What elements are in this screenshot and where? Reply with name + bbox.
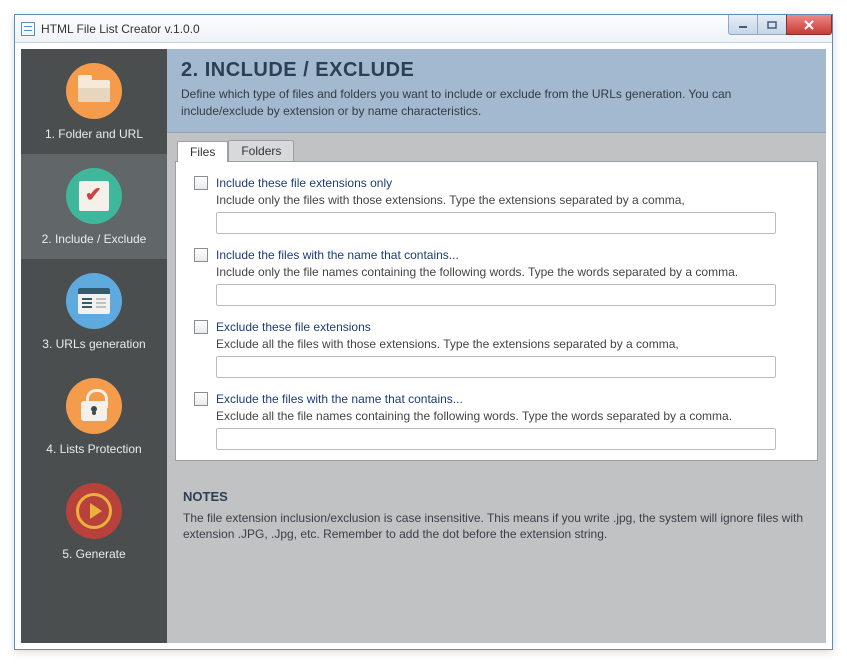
tab-strip: Files Folders <box>175 139 818 161</box>
option-exclude-name-contains: Exclude the files with the name that con… <box>194 392 799 450</box>
tab-folders[interactable]: Folders <box>228 140 294 161</box>
sidebar-item-label: 5. Generate <box>62 547 125 561</box>
input-include-extensions[interactable] <box>216 212 776 234</box>
notes-body: The file extension inclusion/exclusion i… <box>183 510 810 544</box>
header-panel: 2. INCLUDE / EXCLUDE Define which type o… <box>167 49 826 133</box>
checkbox-include-name-contains[interactable] <box>194 248 208 262</box>
sidebar-item-label: 2. Include / Exclude <box>42 232 147 246</box>
checklist-icon <box>66 168 122 224</box>
checkbox-include-extensions[interactable] <box>194 176 208 190</box>
page-description: Define which type of files and folders y… <box>181 86 812 120</box>
tab-body-files: Include these file extensions only Inclu… <box>175 161 818 461</box>
play-icon <box>66 483 122 539</box>
tab-files[interactable]: Files <box>177 141 228 162</box>
body-area: 1. Folder and URL 2. Include / Exclude 3… <box>21 49 826 643</box>
maximize-icon <box>767 21 777 29</box>
option-title: Include these file extensions only <box>216 176 392 190</box>
lock-icon <box>66 378 122 434</box>
option-description: Include only the files with those extens… <box>216 193 799 207</box>
checkbox-exclude-name-contains[interactable] <box>194 392 208 406</box>
checkbox-exclude-extensions[interactable] <box>194 320 208 334</box>
content-panel: Files Folders Include these file extensi… <box>167 133 826 643</box>
input-include-name-contains[interactable] <box>216 284 776 306</box>
option-description: Exclude all the file names containing th… <box>216 409 799 423</box>
window-title: HTML File List Creator v.1.0.0 <box>41 22 200 36</box>
sidebar-item-folder-url[interactable]: 1. Folder and URL <box>21 49 167 154</box>
option-title: Include the files with the name that con… <box>216 248 459 262</box>
option-include-extensions: Include these file extensions only Inclu… <box>194 176 799 234</box>
sidebar-item-label: 3. URLs generation <box>42 337 145 351</box>
notes-panel: NOTES The file extension inclusion/exclu… <box>183 489 810 544</box>
option-description: Include only the file names containing t… <box>216 265 799 279</box>
input-exclude-name-contains[interactable] <box>216 428 776 450</box>
sidebar-item-label: 1. Folder and URL <box>45 127 143 141</box>
option-title: Exclude the files with the name that con… <box>216 392 463 406</box>
close-icon <box>803 20 815 30</box>
app-icon <box>21 22 35 36</box>
notes-title: NOTES <box>183 489 810 504</box>
browser-icon <box>66 273 122 329</box>
minimize-icon <box>738 21 748 29</box>
main-panel: 2. INCLUDE / EXCLUDE Define which type o… <box>167 49 826 643</box>
option-description: Exclude all the files with those extensi… <box>216 337 799 351</box>
option-exclude-extensions: Exclude these file extensions Exclude al… <box>194 320 799 378</box>
close-button[interactable] <box>786 15 832 35</box>
input-exclude-extensions[interactable] <box>216 356 776 378</box>
sidebar: 1. Folder and URL 2. Include / Exclude 3… <box>21 49 167 643</box>
titlebar[interactable]: HTML File List Creator v.1.0.0 <box>15 15 832 43</box>
option-include-name-contains: Include the files with the name that con… <box>194 248 799 306</box>
sidebar-item-generate[interactable]: 5. Generate <box>21 469 167 574</box>
maximize-button[interactable] <box>757 15 787 35</box>
sidebar-item-label: 4. Lists Protection <box>46 442 141 456</box>
sidebar-item-include-exclude[interactable]: 2. Include / Exclude <box>21 154 167 259</box>
app-window: HTML File List Creator v.1.0.0 1. Folder… <box>14 14 833 650</box>
minimize-button[interactable] <box>728 15 758 35</box>
page-title: 2. INCLUDE / EXCLUDE <box>181 59 812 82</box>
sidebar-item-urls-generation[interactable]: 3. URLs generation <box>21 259 167 364</box>
folder-icon <box>66 63 122 119</box>
sidebar-item-lists-protection[interactable]: 4. Lists Protection <box>21 364 167 469</box>
option-title: Exclude these file extensions <box>216 320 371 334</box>
window-controls <box>729 15 832 35</box>
